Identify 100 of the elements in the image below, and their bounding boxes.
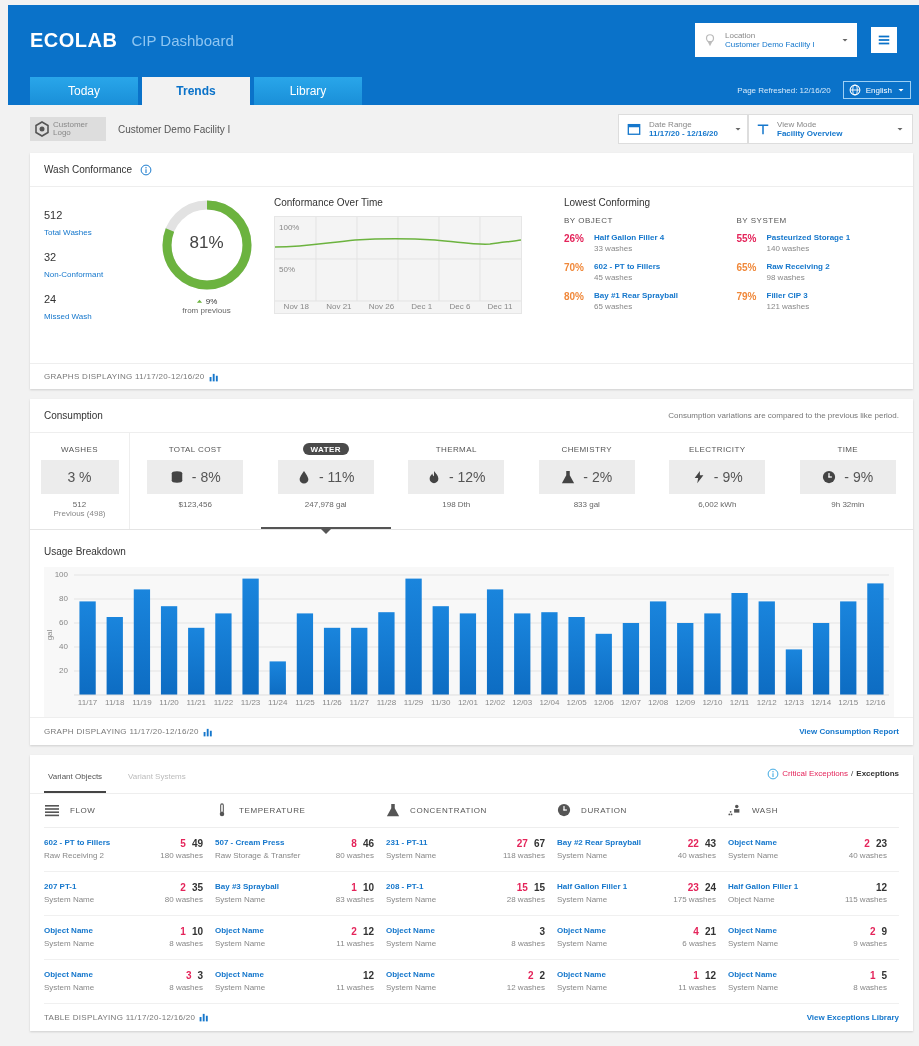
metric-value: - 2% [583,469,613,485]
object-link[interactable]: 207 PT-1 [44,882,165,894]
object-link[interactable]: Object Name [557,926,683,938]
object-link[interactable]: Object Name [215,926,337,938]
exception-count: 9 [881,926,887,938]
object-link[interactable]: Object Name [728,926,854,938]
wash-count: 121 washes [766,302,811,311]
library-link[interactable]: View Exceptions Library [806,1012,899,1022]
percent-value: 65% [736,262,758,273]
stat-link[interactable]: Total Washes [44,228,92,237]
axis-label: 12/01 [457,698,478,707]
exception-count: 12 [362,970,374,982]
object-link[interactable]: 507 - Cream Press [215,838,336,850]
system-name: System Name [557,939,609,949]
footer-text: GRAPHS DISPLAYING 11/17/20-12/16/20 [44,372,205,381]
menu-icon [877,33,891,47]
tab[interactable]: Variant Objects [44,762,107,793]
wash-count: 118 washes [502,851,545,861]
object-link[interactable]: Object Name [728,838,849,850]
item-link[interactable]: 602 - PT to Fillers [594,262,727,273]
metric-tab[interactable]: TOTAL COST [160,443,230,455]
axis-label: 12/08 [648,698,669,707]
critical-count: 27 [516,838,528,850]
system-name: System Name [728,983,780,993]
metric-tab[interactable]: TIME [829,443,867,455]
wash-count: 180 washes [160,851,203,861]
object-link[interactable]: Object Name [215,970,337,982]
critical-count: 2 [527,970,534,982]
group-heading: BY OBJECT [564,216,614,225]
axis-label: 11/28 [376,698,397,707]
bar [677,623,694,695]
item-link[interactable]: Raw Receiving 2 [766,262,899,273]
percent-value: 70% [564,262,585,273]
object-link[interactable]: Object Name [44,970,170,982]
wash-count: 11 washes [678,983,716,993]
item-link[interactable]: Half Gallon Filler 4 [594,233,727,244]
tab[interactable]: Library [254,77,362,105]
system-name: System Name [215,983,267,993]
axis-label: 12/02 [485,698,506,707]
system-name: System Name [386,983,438,993]
exception-count: 67 [533,838,545,850]
system-name: System Name [215,939,267,949]
axis-label: Dec 6 [449,302,471,311]
axis-label: 11/29 [403,698,424,707]
location-pin-icon [703,33,717,47]
view-mode-select[interactable]: View Mode Facility Overview [748,114,913,144]
object-link[interactable]: Object Name [44,926,170,938]
object-link[interactable]: Half Gallon Filler 1 [728,882,845,894]
stat-link[interactable]: Missed Wash [44,312,92,321]
wash-count: 80 washes [335,851,374,861]
metric-tab[interactable]: WATER [302,443,349,455]
exception-count: 3 [197,970,203,982]
metric-detail: 247,978 gal [304,500,347,509]
object-link[interactable]: Object Name [557,970,679,982]
wash-count: 140 washes [766,244,811,253]
critical-count: 2 [180,882,186,894]
language-select[interactable]: English [842,81,911,99]
object-link[interactable]: 602 - PT to Fillers [44,838,161,850]
item-link[interactable]: Bay #1 Rear Sprayball [594,291,727,302]
bar [785,649,803,695]
axis-label: 11/20 [159,698,179,707]
exception-count: 24 [704,882,716,894]
bar [188,627,205,695]
menu-button[interactable] [871,27,897,53]
note-text: Consumption variations are compared to the previous like period. [668,411,899,420]
tab[interactable]: Trends [142,77,250,105]
object-link[interactable]: Half Gallon Filler 1 [557,882,674,894]
object-link[interactable]: Bay #2 Rear Sprayball [557,838,678,850]
item-link[interactable]: Filler CIP 3 [766,291,899,302]
axis-label: 40 [59,642,68,651]
object-link[interactable]: Object Name [386,926,512,938]
section-title: Usage Breakdown [44,546,127,557]
wash-count: 40 washes [677,851,716,861]
object-link[interactable]: 231 - PT-11 [386,838,503,850]
date-range-select[interactable]: Date Range 11/17/20 - 12/16/20 [618,114,748,144]
axis-label: 11/27 [349,698,369,707]
metric-value: - 11% [318,469,355,485]
item-link[interactable]: Pasteurized Storage 1 [766,233,899,244]
metric-tab[interactable]: ELECTRICITY [681,443,754,455]
metric-value: - 8% [191,469,221,485]
filter-icon [757,123,769,135]
caret-icon [896,125,904,133]
wash-count: 8 washes [853,983,887,993]
tab[interactable]: Today [30,77,138,105]
system-name: Raw Receiving 2 [44,851,106,861]
metric-tab[interactable]: WASHES [53,443,106,455]
metric-tab[interactable]: THERMAL [427,443,485,455]
caret-icon [841,36,849,44]
footer-text: TABLE DISPLAYING 11/17/20-12/16/20 [44,1012,196,1022]
critical-count: 2 [351,926,357,938]
object-link[interactable]: 208 - PT-1 [386,882,507,894]
object-link[interactable]: Object Name [386,970,507,982]
object-link[interactable]: Bay #3 Sprayball [215,882,336,894]
stat-link[interactable]: Non-Conformant [44,270,104,279]
system-name: Raw Storage & Transfer [215,851,302,861]
location-select[interactable]: Location Customer Demo Facility I [695,23,857,57]
metric-tab[interactable]: CHEMISTRY [553,443,621,455]
object-link[interactable]: Object Name [728,970,854,982]
report-link[interactable]: View Consumption Report [799,727,899,736]
wash-count: 11 washes [336,983,374,993]
